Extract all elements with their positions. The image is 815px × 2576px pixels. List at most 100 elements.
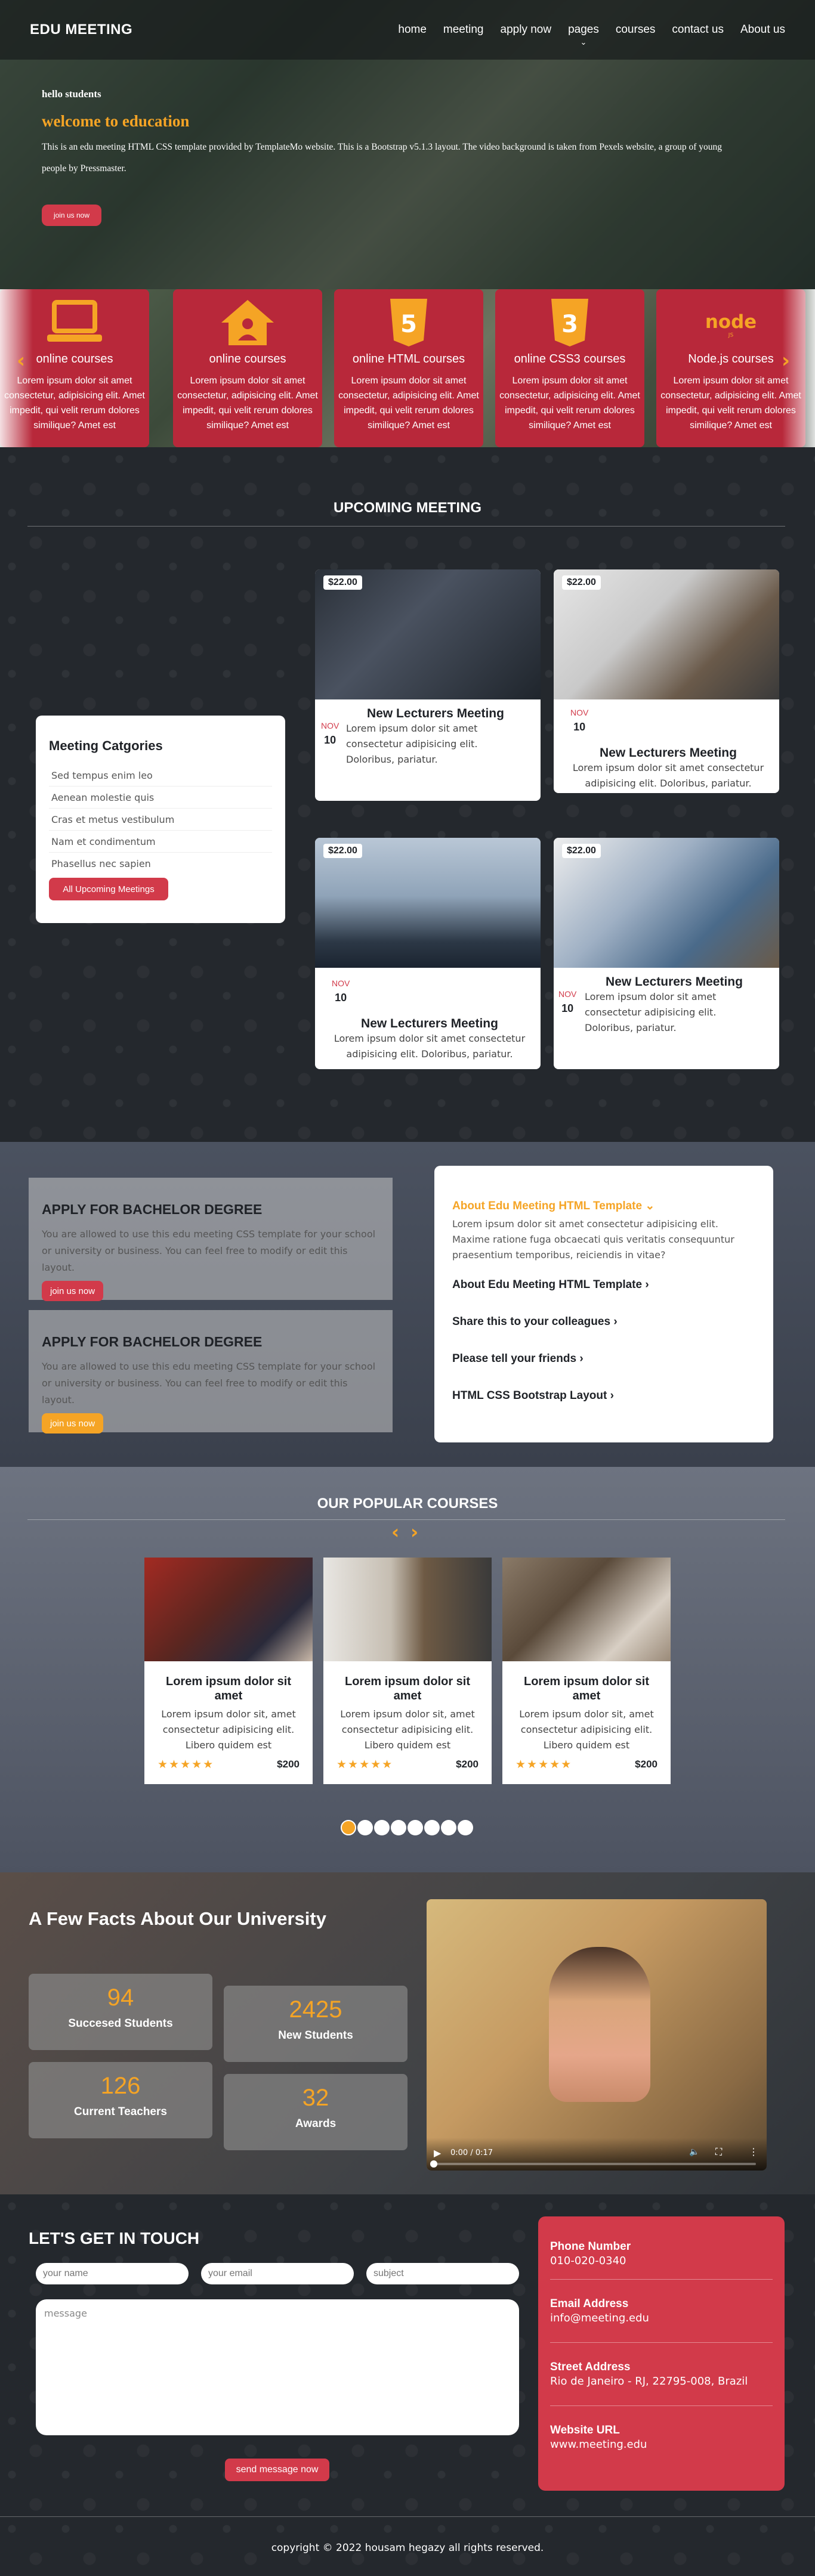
meeting-day: 10 bbox=[561, 1002, 574, 1014]
nav-meeting[interactable]: meeting bbox=[443, 23, 484, 36]
video-progress-handle[interactable] bbox=[430, 2160, 437, 2168]
apply-join-button[interactable]: join us now bbox=[42, 1281, 104, 1301]
volume-icon[interactable]: 🔈 bbox=[689, 2147, 699, 2157]
popular-prev-icon[interactable]: ‹ bbox=[391, 1521, 399, 1543]
carousel-next-icon[interactable]: › bbox=[782, 349, 790, 373]
course-price: $200 bbox=[456, 1758, 478, 1770]
upcoming-title: UPCOMING MEETING bbox=[333, 500, 481, 516]
more-options-icon[interactable]: ⋮ bbox=[749, 2146, 758, 2157]
fact-number: 126 bbox=[100, 2073, 141, 2099]
carousel-prev-icon[interactable]: ‹ bbox=[17, 349, 25, 373]
category-item[interactable]: Sed tempus enim leo bbox=[49, 764, 272, 787]
course-card-title: online HTML courses bbox=[352, 352, 465, 366]
apply-title: APPLY FOR BACHELOR DEGREE bbox=[42, 1202, 263, 1217]
carousel-dot[interactable] bbox=[441, 1820, 456, 1835]
info-value[interactable]: www.meeting.edu bbox=[550, 2438, 773, 2451]
course-card[interactable]: Lorem ipsum dolor sit amet Lorem ipsum d… bbox=[323, 1558, 492, 1784]
nav-courses[interactable]: courses bbox=[616, 23, 656, 36]
course-card-title: online CSS3 courses bbox=[514, 352, 626, 366]
carousel-dot[interactable] bbox=[374, 1820, 390, 1835]
nav-home[interactable]: home bbox=[398, 23, 427, 36]
fact-number: 2425 bbox=[289, 1996, 342, 2023]
message-field[interactable]: message bbox=[36, 2299, 519, 2435]
meeting-month: NOV bbox=[332, 979, 350, 988]
popular-next-icon[interactable]: › bbox=[410, 1521, 418, 1543]
nodejs-icon: node JS bbox=[701, 296, 761, 349]
course-card[interactable]: Lorem ipsum dolor sit amet Lorem ipsum d… bbox=[502, 1558, 671, 1784]
html5-icon: 5 bbox=[379, 296, 439, 349]
course-card[interactable]: Lorem ipsum dolor sit amet Lorem ipsum d… bbox=[144, 1558, 313, 1784]
course-card-desc: Lorem ipsum dolor sit amet consectetur, … bbox=[177, 376, 318, 431]
faq-item[interactable]: About Edu Meeting HTML Template › bbox=[452, 1278, 755, 1292]
carousel-dot[interactable] bbox=[407, 1820, 423, 1835]
faq-accordion: About Edu Meeting HTML Template ⌄ Lorem … bbox=[434, 1166, 773, 1442]
faq-item[interactable]: HTML CSS Bootstrap Layout › bbox=[452, 1389, 755, 1402]
name-field[interactable] bbox=[36, 2263, 189, 2284]
faq-item[interactable]: Please tell your friends › bbox=[452, 1352, 755, 1366]
nav-about-us[interactable]: About us bbox=[740, 23, 785, 36]
chevron-down-icon: ⌄ bbox=[645, 1200, 655, 1212]
carousel-dot[interactable] bbox=[458, 1820, 473, 1835]
carousel-dot[interactable] bbox=[341, 1820, 356, 1835]
hero-description: This is an edu meeting HTML CSS template… bbox=[42, 142, 722, 174]
svg-text:node: node bbox=[705, 311, 757, 333]
rating-stars-icon: ★★★★★ bbox=[158, 1758, 215, 1771]
category-item[interactable]: Nam et condimentum bbox=[49, 831, 272, 853]
course-desc: Lorem ipsum dolor sit, amet consectetur … bbox=[161, 1708, 296, 1751]
course-card[interactable]: 5 online HTML courses Lorem ipsum dolor … bbox=[334, 289, 483, 447]
info-label: Street Address bbox=[550, 2361, 631, 2373]
subject-field[interactable] bbox=[366, 2263, 519, 2284]
meeting-card[interactable]: $22.00 NOV 10 New Lecturers Meeting Lorem… bbox=[315, 569, 541, 801]
hero-join-button[interactable]: join us now bbox=[42, 205, 101, 226]
email-field[interactable] bbox=[201, 2263, 354, 2284]
carousel-dot[interactable] bbox=[357, 1820, 373, 1835]
meeting-month: NOV bbox=[570, 708, 589, 717]
meeting-card[interactable]: $22.00 NOV 10 New Lecturers Meeting Lorem… bbox=[315, 838, 541, 1069]
site-logo[interactable]: EDU MEETING bbox=[30, 21, 132, 38]
course-card[interactable]: 3 online CSS3 courses Lorem ipsum dolor … bbox=[495, 289, 644, 447]
info-value[interactable]: info@meeting.edu bbox=[550, 2312, 773, 2324]
meeting-date: NOV 10 bbox=[332, 979, 350, 1004]
fullscreen-icon[interactable]: ⛶ bbox=[715, 2146, 722, 2158]
carousel-dot[interactable] bbox=[391, 1820, 406, 1835]
meeting-desc: Lorem ipsum dolor sit amet consectetur a… bbox=[346, 723, 478, 765]
course-card-desc: Lorem ipsum dolor sit amet consectetur, … bbox=[499, 376, 640, 431]
fact-card: 32 Awards bbox=[224, 2074, 407, 2150]
faq-item[interactable]: Share this to your colleagues › bbox=[452, 1315, 755, 1329]
course-card[interactable]: online courses Lorem ipsum dolor sit ame… bbox=[173, 289, 322, 447]
play-icon[interactable]: ▶ bbox=[434, 2147, 441, 2159]
nav-pages-label: pages bbox=[568, 23, 599, 36]
rating-stars-icon: ★★★★★ bbox=[337, 1758, 394, 1771]
category-item[interactable]: Phasellus nec sapien bbox=[49, 853, 272, 874]
nav-contact-us[interactable]: contact us bbox=[672, 23, 724, 36]
send-message-button[interactable]: send message now bbox=[225, 2459, 329, 2481]
faq-item-active[interactable]: About Edu Meeting HTML Template ⌄ bbox=[452, 1199, 755, 1213]
fact-label: Current Teachers bbox=[74, 2106, 167, 2118]
video-player[interactable]: ▶ 0:00 / 0:17 🔈 ⛶ ⋮ bbox=[427, 1899, 767, 2171]
contact-title: LET'S GET IN TOUCH bbox=[29, 2229, 200, 2247]
meeting-date: NOV 10 bbox=[321, 721, 339, 747]
all-upcoming-meetings-button[interactable]: All Upcoming Meetings bbox=[49, 878, 168, 900]
svg-text:3: 3 bbox=[561, 311, 578, 338]
apply-title: APPLY FOR BACHELOR DEGREE bbox=[42, 1334, 263, 1349]
meeting-card[interactable]: $22.00 NOV 10 New Lecturers Meeting Lorem… bbox=[554, 838, 779, 1069]
meeting-card[interactable]: $22.00 NOV 10 New Lecturers Meeting Lorem… bbox=[554, 569, 779, 793]
carousel-dot[interactable] bbox=[424, 1820, 440, 1835]
info-email: Email Address info@meeting.edu bbox=[550, 2280, 773, 2343]
divider bbox=[27, 526, 785, 527]
nav-pages[interactable]: pages ⌄ bbox=[568, 23, 599, 47]
faq-active-text: Lorem ipsum dolor sit amet consectetur a… bbox=[452, 1218, 734, 1261]
info-value: Rio de Janeiro - RJ, 22795-008, Brazil bbox=[550, 2375, 748, 2388]
info-address: Street Address Rio de Janeiro - RJ, 22795… bbox=[550, 2343, 773, 2406]
nav-apply-now[interactable]: apply now bbox=[501, 23, 552, 36]
category-item[interactable]: Cras et metus vestibulum bbox=[49, 809, 272, 831]
apply-join-button[interactable]: join us now bbox=[42, 1413, 104, 1433]
category-item[interactable]: Aenean molestie quis bbox=[49, 787, 272, 809]
meeting-desc: Lorem ipsum dolor sit amet consectetur a… bbox=[334, 1033, 526, 1060]
divider bbox=[27, 1519, 785, 1520]
video-progress-track[interactable] bbox=[434, 2163, 756, 2165]
meeting-desc: Lorem ipsum dolor sit amet consectetur a… bbox=[585, 991, 717, 1033]
contact-info: Phone Number 010-020-0340 Email Address in… bbox=[538, 2216, 785, 2491]
faq-item-label: Share this to your colleagues bbox=[452, 1315, 611, 1328]
meeting-price: $22.00 bbox=[323, 844, 362, 858]
